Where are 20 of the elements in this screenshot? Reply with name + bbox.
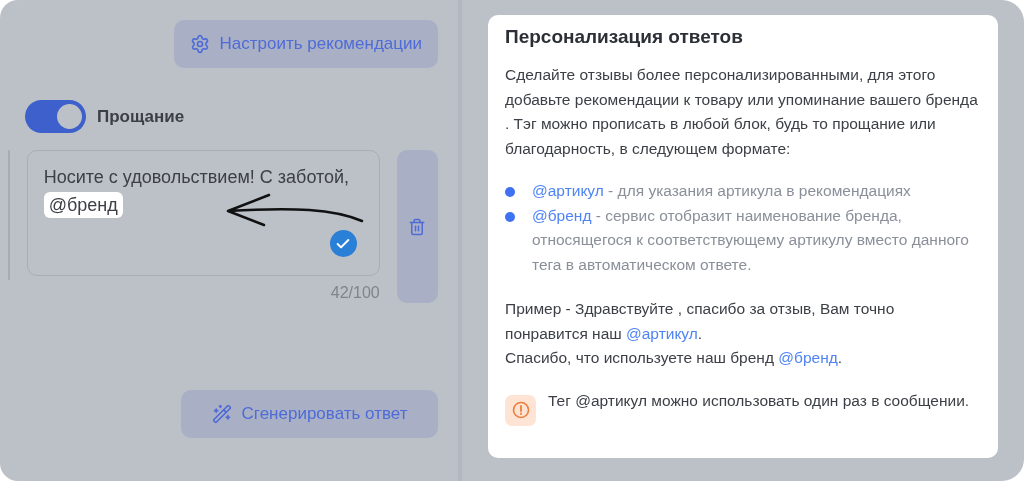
warning-icon [505,394,536,426]
intro-text: Сделайте отзывы более персонализированными, для этого добавьте рекомендации к товару или упоминание вашего бренда . Тэг можно прописать в любой блок, будь то прощание или благодарность, в следующем формате: [505,65,979,159]
card-title: Персонализация ответов [505,25,744,49]
toggle-switch[interactable] [25,100,86,133]
bullet-dot [505,211,515,222]
bullet-dot [505,187,515,197]
warning-text: Тег @артикул можно использовать один раз в сообщении. [548,390,970,411]
trash-icon [408,217,427,236]
settings-button[interactable]: Настроить рекомендации [173,20,438,68]
message-field[interactable]: Носите с удовольствием! С заботой, @бренд [26,150,380,276]
example-text: Пример - Здравствуйте , спасибо за отзыв, Вам точно понравится наш @артикул. [505,299,896,344]
check-icon[interactable] [329,230,357,257]
tag-description: @артикул - для указания артикула в рекомендациях [532,181,911,201]
example-text: Спасибо, что используете наш бренд @бренд. [505,348,844,368]
settings-icon [189,34,210,54]
toggle-label: Прощание [97,106,185,127]
tag-description: @бренд - сервис отобразит наименование бренда, относящегося к соответствующему артикулу вместо данного тега в автоматическом ответе. [532,205,970,275]
generate-button[interactable]: Сгенерировать ответ [181,390,438,438]
character-counter: 42/100 [330,284,380,302]
magic-wand-icon [211,404,232,424]
